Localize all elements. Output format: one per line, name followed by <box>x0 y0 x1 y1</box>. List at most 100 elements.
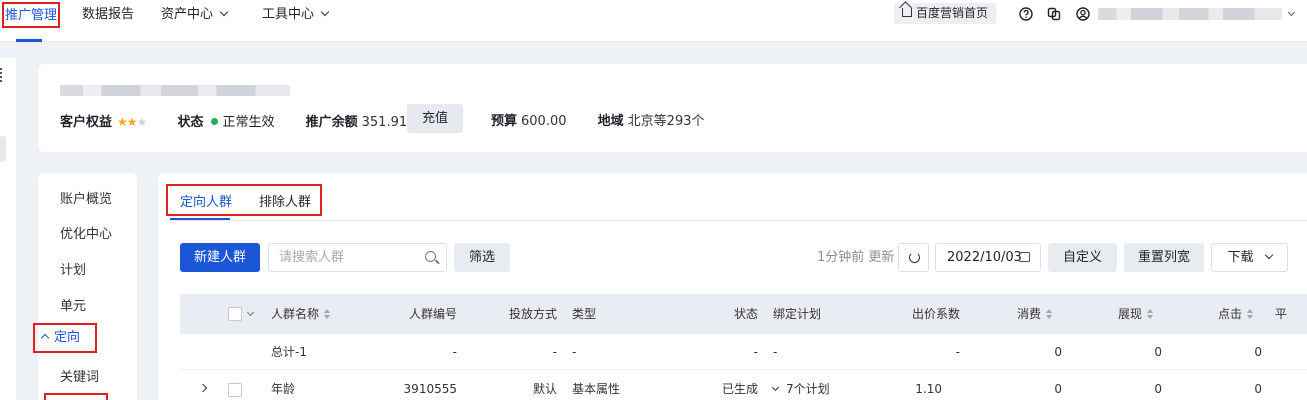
copy-icon[interactable] <box>1047 7 1061 21</box>
download-button[interactable]: 下载 <box>1211 243 1288 272</box>
nav-asset-center-label: 资产中心 <box>161 7 214 22</box>
column-header-clicks[interactable]: 点击 <box>1218 294 1254 334</box>
cell-name[interactable]: 年龄 <box>271 371 295 400</box>
nav-active-indicator <box>16 39 42 42</box>
help-icon[interactable] <box>1019 7 1033 21</box>
update-time-text: 1分钟前 更新 <box>817 250 895 265</box>
cell-bid[interactable]: 1.10 <box>900 371 942 400</box>
date-value: 2022/10/03 <box>947 250 1022 265</box>
top-nav: 推广管理 数据报告 资产中心 工具中心 百度营销首页 <box>0 0 1307 42</box>
row-checkbox[interactable] <box>228 383 242 397</box>
reset-column-width-button[interactable]: 重置列宽 <box>1124 243 1204 272</box>
cell-plans-label: 7个计划 <box>786 382 830 396</box>
user-icon[interactable] <box>1076 7 1090 21</box>
side-menu-item-targeting-label: 定向 <box>54 330 81 345</box>
table-header: 人群名称 人群编号 投放方式 类型 状态 绑定计划 出价系数 消费 展现 点击 … <box>180 294 1307 334</box>
column-header-impressions[interactable]: 展现 <box>1118 294 1154 334</box>
status-label: 状态 <box>177 115 204 130</box>
status-dot-icon <box>211 118 219 125</box>
sidebar-active-marker <box>0 136 6 162</box>
new-audience-button[interactable]: 新建人群 <box>180 243 260 272</box>
filter-button[interactable]: 筛选 <box>454 243 510 272</box>
sort-icon <box>1147 309 1154 319</box>
column-header-name[interactable]: 人群名称 <box>271 294 331 334</box>
side-menu-item-overview[interactable]: 账户概览 <box>60 188 112 207</box>
column-header-clicks-label: 点击 <box>1218 307 1243 321</box>
budget-label: 预算 <box>491 114 518 129</box>
nav-data-report[interactable]: 数据报告 <box>82 0 134 30</box>
side-menu-item-unit[interactable]: 单元 <box>60 295 86 314</box>
menu-dots-icon[interactable] <box>0 68 3 82</box>
column-header-id: 人群编号 <box>408 307 457 321</box>
cell-impressions: 0 <box>1154 382 1162 396</box>
column-header-cost[interactable]: 消费 <box>1017 294 1053 334</box>
nav-promotion-management[interactable]: 推广管理 <box>2 2 61 28</box>
balance-value: 351.91 <box>361 115 408 130</box>
nav-asset-center[interactable]: 资产中心 <box>161 0 229 30</box>
refresh-icon <box>909 252 920 263</box>
cell-status: 已生成 <box>721 382 758 396</box>
cell-cost: 0 <box>1054 345 1062 359</box>
cell-type: - <box>572 345 577 359</box>
side-menu: 账户概览 优化中心 计划 单元 定向 关键词 <box>33 173 137 400</box>
recharge-button[interactable]: 充值 <box>407 104 463 133</box>
calendar-icon <box>1019 252 1030 262</box>
download-button-label: 下载 <box>1227 250 1254 265</box>
home-icon <box>902 8 912 17</box>
refresh-button[interactable] <box>898 243 929 272</box>
budget-row: 预算 600.00 地域 北京等293个 <box>491 112 705 132</box>
rating-stars: ★★★ <box>117 115 147 129</box>
side-menu-item-plan[interactable]: 计划 <box>60 259 86 278</box>
main-panel: 定向人群 排除人群 新建人群 筛选 1分钟前 更新 2022/10/03 自定义… <box>158 173 1307 400</box>
chevron-down-icon <box>219 7 229 17</box>
column-header-truncated: 平 <box>1275 307 1288 321</box>
nav-tool-center[interactable]: 工具中心 <box>262 0 330 30</box>
column-header-cost-label: 消费 <box>1017 307 1042 321</box>
cell-clicks: 0 <box>1254 382 1262 396</box>
account-name-redacted <box>1098 8 1282 20</box>
side-menu-item-targeting[interactable]: 定向 <box>33 323 97 353</box>
cell-impressions: 0 <box>1154 345 1162 359</box>
cell-cost: 0 <box>1054 382 1062 396</box>
search-icon[interactable] <box>425 251 436 262</box>
date-picker[interactable]: 2022/10/03 <box>935 243 1041 272</box>
region-value[interactable]: 北京等293个 <box>628 114 705 129</box>
plans-chevron-down-icon <box>771 383 780 392</box>
cell-clicks: 0 <box>1254 345 1262 359</box>
account-summary-card: 客户权益 ★★★ 状态 正常生效 推广余额 351.91 充值 预算 600.00 地域… <box>38 64 1307 152</box>
custom-button[interactable]: 自定义 <box>1048 243 1117 272</box>
table-row-total: 总计-1 - - - - - - 0 0 0 <box>180 334 1307 370</box>
table-row: 年龄 3910555 默认 基本属性 已生成 7个计划 1.10 0 0 0 <box>180 371 1307 400</box>
column-header-plans: 绑定计划 <box>773 307 822 321</box>
home-link-label: 百度营销首页 <box>916 6 989 20</box>
sort-icon <box>1046 309 1053 319</box>
chevron-down-icon <box>320 7 330 17</box>
cell-delivery: - <box>552 345 557 359</box>
cell-plans[interactable]: 7个计划 <box>771 371 830 400</box>
cell-type: 基本属性 <box>572 382 621 396</box>
tab-excluded-audience[interactable]: 排除人群 <box>259 191 311 210</box>
column-header-delivery: 投放方式 <box>508 307 557 321</box>
cell-plans: - <box>773 345 778 359</box>
column-header-impressions-label: 展现 <box>1118 307 1143 321</box>
sort-icon <box>324 309 331 319</box>
side-menu-item-optimization[interactable]: 优化中心 <box>60 223 112 242</box>
select-all-checkbox[interactable] <box>228 307 242 321</box>
account-info-row: 客户权益 ★★★ 状态 正常生效 推广余额 351.91 <box>60 112 407 132</box>
tab-targeted-audience[interactable]: 定向人群 <box>180 191 232 210</box>
baidu-marketing-home-link[interactable]: 百度营销首页 <box>894 3 997 24</box>
rating-label: 客户权益 <box>60 115 113 130</box>
column-header-type: 类型 <box>572 307 597 321</box>
side-menu-item-keywords[interactable]: 关键词 <box>60 366 99 385</box>
account-chevron-down-icon[interactable] <box>1287 8 1296 17</box>
select-menu-chevron-icon[interactable] <box>246 308 255 317</box>
cell-name: 总计-1 <box>271 345 307 359</box>
cell-status: - <box>753 345 758 359</box>
search-input[interactable] <box>279 244 419 271</box>
column-header-status: 状态 <box>733 307 758 321</box>
nav-tool-center-label: 工具中心 <box>262 7 315 22</box>
expand-row-icon[interactable] <box>198 383 208 393</box>
tabs-divider <box>166 220 1307 221</box>
cell-id: - <box>452 345 457 359</box>
sort-icon <box>1247 309 1254 319</box>
